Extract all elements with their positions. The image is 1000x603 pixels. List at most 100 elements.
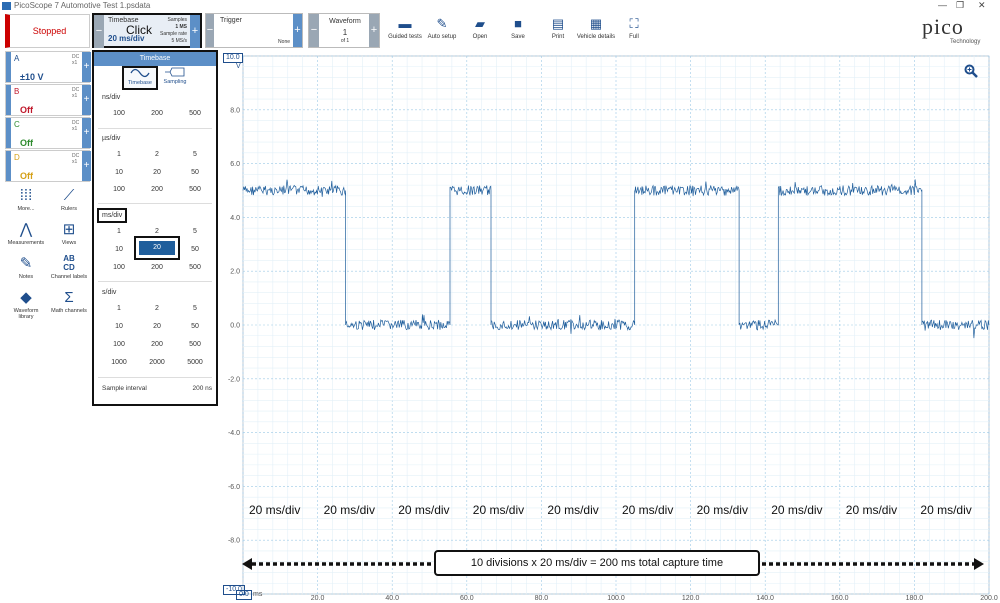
tb-s-2[interactable]: 2 (142, 305, 172, 312)
tb-s-1000[interactable]: 1000 (104, 359, 134, 366)
tb-ms-10[interactable]: 10 (104, 246, 134, 253)
ns-div-label: ns/div (102, 94, 121, 101)
tb-us-5[interactable]: 5 (180, 151, 210, 158)
sample-rate-label: Sample rate (160, 31, 187, 37)
tb-ns-100[interactable]: 100 (104, 110, 134, 117)
tb-s-5000[interactable]: 5000 (180, 359, 210, 366)
waveform-chart[interactable]: 8.0 6.0 4.0 2.0 0.0 -2.0 -4.0 -6.0 -8.0 20.0 40.0… (220, 50, 1000, 602)
ruler-icon: ⟋ (63, 187, 75, 204)
x-tick-label: 180.0 (906, 595, 924, 601)
tb-us-50[interactable]: 50 (180, 169, 210, 176)
y-axis-top-value[interactable]: 10.0 (223, 53, 243, 63)
tb-s-5[interactable]: 5 (180, 305, 210, 312)
channel-d-increase-button[interactable]: + (82, 151, 91, 181)
channel-c-increase-button[interactable]: + (82, 118, 91, 148)
auto-setup-button[interactable]: ✎ Auto setup (422, 14, 462, 48)
minimize-button[interactable]: — (938, 0, 947, 10)
tb-ns-500[interactable]: 500 (180, 110, 210, 117)
views-button[interactable]: ⊞ Views (49, 220, 89, 246)
tb-ms-20-selected[interactable]: 20 (139, 241, 175, 255)
x-tick-label: 120.0 (682, 595, 700, 601)
tb-us-10[interactable]: 10 (104, 169, 134, 176)
channel-d[interactable]: D DC x1 Off + (5, 150, 91, 182)
s-div-label: s/div (102, 289, 117, 296)
tb-us-1[interactable]: 1 (104, 151, 134, 158)
channel-labels-button[interactable]: AB CD Channel labels (49, 254, 89, 280)
sample-interval-value: 200 ns (192, 385, 212, 392)
restore-button[interactable]: ❐ (956, 0, 964, 11)
channel-c[interactable]: C DC x1 Off + (5, 117, 91, 149)
timebase-decrease-button[interactable]: − (94, 15, 104, 48)
channel-b-decrease-button[interactable] (6, 85, 11, 115)
tb-us-100[interactable]: 100 (104, 186, 134, 193)
trigger-mode: None (278, 39, 290, 45)
y-tick-label: 8.0 (230, 107, 240, 114)
tb-ms-1[interactable]: 1 (104, 228, 134, 235)
tb-us-20[interactable]: 20 (142, 169, 172, 176)
tb-ms-5[interactable]: 5 (180, 228, 210, 235)
save-button[interactable]: ■ Save (498, 14, 538, 48)
trigger-increase-button[interactable]: + (293, 14, 302, 47)
waveform-library-button[interactable]: ◆ Waveform library (6, 288, 46, 320)
timebase-increase-button[interactable]: + (190, 15, 200, 48)
tb-ms-200[interactable]: 200 (142, 264, 172, 271)
tb-s-200[interactable]: 200 (142, 341, 172, 348)
channel-a[interactable]: A DC x1 ±10 V + (5, 51, 91, 83)
guided-tests-button[interactable]: ▬ Guided tests (385, 14, 425, 48)
tb-s-50[interactable]: 50 (180, 323, 210, 330)
tb-ms-50[interactable]: 50 (180, 246, 210, 253)
tb-ms-100[interactable]: 100 (104, 264, 134, 271)
channel-d-decrease-button[interactable] (6, 151, 11, 181)
y-tick-label: 6.0 (230, 161, 240, 168)
division-label: 20 ms/div (771, 503, 823, 517)
division-label: 20 ms/div (920, 503, 972, 517)
app-icon (2, 2, 11, 10)
tb-s-2000[interactable]: 2000 (142, 359, 172, 366)
tab-sampling[interactable]: Sampling (160, 67, 190, 89)
tb-ms-2[interactable]: 2 (142, 228, 172, 235)
division-label: 20 ms/div (398, 503, 450, 517)
open-button[interactable]: ▰ Open (460, 14, 500, 48)
tb-us-2[interactable]: 2 (142, 151, 172, 158)
tb-s-1[interactable]: 1 (104, 305, 134, 312)
save-icon: ■ (514, 16, 522, 31)
zoom-icon[interactable] (964, 64, 978, 78)
tb-ns-200[interactable]: 200 (142, 110, 172, 117)
rulers-button[interactable]: ⟋ Rulers (49, 186, 89, 212)
tb-us-200[interactable]: 200 (142, 186, 172, 193)
timebase-control[interactable]: − Timebase Click 20 ms/div Samples 1 MS … (92, 13, 202, 48)
tb-s-20[interactable]: 20 (142, 323, 172, 330)
tb-s-500[interactable]: 500 (180, 341, 210, 348)
notes-button[interactable]: ✎ Notes (6, 254, 46, 280)
tb-s-10[interactable]: 10 (104, 323, 134, 330)
waveform-prev-button[interactable]: − (309, 14, 319, 47)
measurements-button[interactable]: ⋀ Measurements (6, 220, 46, 246)
division-label: 20 ms/div (696, 503, 748, 517)
tb-us-500[interactable]: 500 (180, 186, 210, 193)
trigger-decrease-button[interactable]: − (206, 14, 214, 47)
tab-timebase[interactable]: Timebase (122, 66, 158, 90)
full-screen-button[interactable]: ⛶ Full (614, 14, 654, 48)
waveform-control[interactable]: − Waveform 1 of 1 + (308, 13, 380, 48)
x-tick-label: 80.0 (535, 595, 549, 601)
vehicle-details-button[interactable]: ▦ Vehicle details (576, 14, 616, 48)
close-button[interactable]: ✕ (978, 0, 986, 11)
waveform-next-button[interactable]: + (369, 14, 379, 47)
channel-c-range: Off (20, 138, 33, 148)
trigger-control[interactable]: − Trigger None + (205, 13, 303, 48)
print-button[interactable]: ▤ Print (538, 14, 578, 48)
channel-b-increase-button[interactable]: + (82, 85, 91, 115)
tb-s-100[interactable]: 100 (104, 341, 134, 348)
separator (98, 377, 212, 378)
scope-view[interactable]: 8.0 6.0 4.0 2.0 0.0 -2.0 -4.0 -6.0 -8.0 20.0 40.0… (220, 50, 1000, 602)
channel-c-decrease-button[interactable] (6, 118, 11, 148)
channel-b[interactable]: B DC x1 Off + (5, 84, 91, 116)
math-channels-button[interactable]: Σ Math channels (49, 288, 89, 314)
x-axis-start-value[interactable]: 0.0 (236, 590, 252, 600)
waveform-number: 1 (342, 28, 348, 37)
channel-a-decrease-button[interactable] (6, 52, 11, 82)
tb-ms-500[interactable]: 500 (180, 264, 210, 271)
more-button[interactable]: ⁞⁞⁞ More... (6, 186, 46, 212)
channel-a-increase-button[interactable]: + (82, 52, 91, 82)
run-stop-button[interactable]: Stopped (5, 14, 90, 48)
